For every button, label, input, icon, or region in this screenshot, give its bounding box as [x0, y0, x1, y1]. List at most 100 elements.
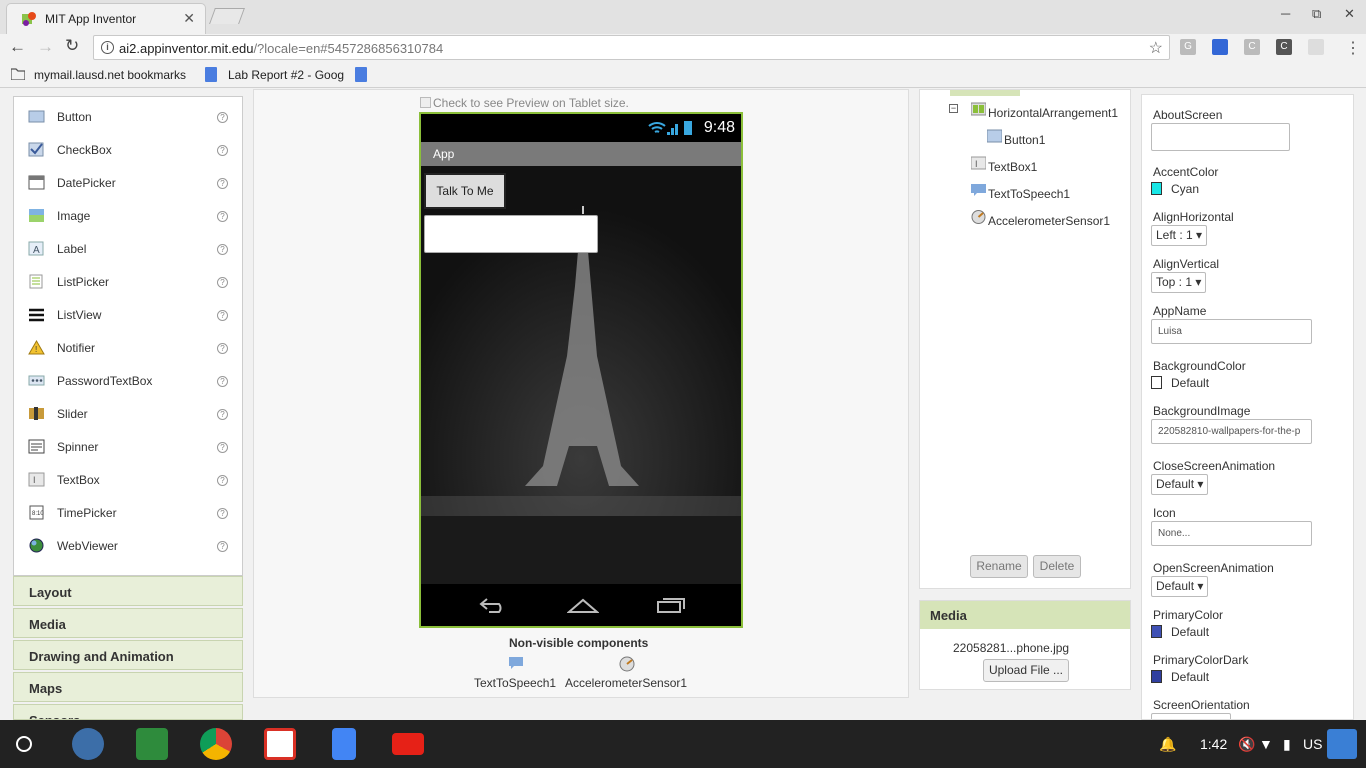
palette-item-button[interactable]: Button ?	[14, 101, 242, 134]
backgroundimage-input[interactable]: 220582810-wallpapers-for-the-p	[1151, 419, 1312, 444]
accent-color-value[interactable]: Cyan	[1151, 182, 1199, 196]
help-icon[interactable]: ?	[217, 442, 228, 453]
launcher-icon[interactable]	[16, 736, 32, 752]
gmail-icon[interactable]	[264, 728, 296, 760]
extension-window-icon[interactable]	[1212, 39, 1228, 55]
extension-c-icon[interactable]: C	[1244, 39, 1260, 55]
drawer-media[interactable]: Media	[13, 608, 243, 638]
forward-icon[interactable]: →	[37, 37, 54, 57]
help-icon[interactable]: ?	[217, 277, 228, 288]
bookmark-folder-label[interactable]: mymail.lausd.net bookmarks	[34, 68, 186, 82]
tablet-preview-checkbox[interactable]: Check to see Preview on Tablet size.	[420, 96, 629, 110]
primarycolor-value[interactable]: Default	[1151, 625, 1209, 639]
openscreenanimation-select[interactable]: Default ▾	[1151, 576, 1209, 597]
help-icon[interactable]: ?	[217, 508, 228, 519]
tab-close-icon[interactable]: ✕	[183, 10, 195, 27]
alignhorizontal-select[interactable]: Left : 1 ▾	[1151, 225, 1208, 246]
drawer-layout[interactable]: Layout	[13, 576, 243, 606]
palette-item-label[interactable]: A Label ?	[14, 233, 242, 266]
palette-item-listview[interactable]: ListView ?	[14, 299, 242, 332]
help-icon[interactable]: ?	[217, 541, 228, 552]
drawer-sensors[interactable]: Sensors	[13, 704, 243, 720]
bookmark-star-icon[interactable]: ☆	[1149, 38, 1163, 58]
extension-g-icon[interactable]: G	[1180, 39, 1196, 55]
help-icon[interactable]: ?	[217, 343, 228, 354]
recents-nav-icon[interactable]	[655, 596, 687, 614]
back-nav-icon[interactable]	[479, 596, 509, 614]
bookmark-lab-report[interactable]: Lab Report #2 - Goog	[228, 68, 344, 82]
wifi-icon[interactable]: ▼	[1259, 736, 1273, 752]
notification-bell-icon[interactable]: 🔔	[1159, 736, 1176, 753]
delete-button[interactable]: Delete	[1033, 555, 1081, 578]
home-nav-icon[interactable]	[567, 596, 599, 614]
rename-button[interactable]: Rename	[970, 555, 1028, 578]
chrome-menu-icon[interactable]: ⋮	[1345, 38, 1361, 58]
palette-item-listpicker[interactable]: ListPicker ?	[14, 266, 242, 299]
palette-item-spinner[interactable]: Spinner ?	[14, 431, 242, 464]
google-docs-icon[interactable]	[355, 67, 367, 82]
appname-input[interactable]: Luisa	[1151, 319, 1312, 344]
user-avatar[interactable]	[1327, 729, 1357, 759]
palette-item-image[interactable]: Image ?	[14, 200, 242, 233]
phone-textbox[interactable]	[424, 215, 598, 253]
extension-c-dark-icon[interactable]: C	[1276, 39, 1292, 55]
chrome-icon[interactable]	[200, 728, 232, 760]
help-icon[interactable]: ?	[217, 211, 228, 222]
primarycolordark-value[interactable]: Default	[1151, 670, 1209, 684]
minimize-icon[interactable]: ─	[1281, 6, 1290, 21]
button-icon	[987, 129, 1002, 143]
input-locale[interactable]: US	[1303, 736, 1322, 752]
palette-item-datepicker[interactable]: DatePicker ?	[14, 167, 242, 200]
back-icon[interactable]: ←	[9, 37, 26, 57]
icon-input[interactable]: None...	[1151, 521, 1312, 546]
app-security-icon[interactable]	[72, 728, 104, 760]
extension-hand-icon[interactable]	[1308, 39, 1324, 55]
battery-icon[interactable]: ▮	[1283, 736, 1291, 753]
site-info-icon[interactable]: i	[101, 41, 114, 54]
restore-icon[interactable]: ⧉	[1312, 6, 1321, 22]
drawer-drawing-and-animation[interactable]: Drawing and Animation	[13, 640, 243, 670]
help-icon[interactable]: ?	[217, 409, 228, 420]
checkbox-box[interactable]	[420, 97, 431, 108]
tree-node-textbox1[interactable]: TextBox1	[988, 160, 1037, 174]
palette-item-passwordtextbox[interactable]: PasswordTextBox ?	[14, 365, 242, 398]
tree-node-horizontalarrangement1[interactable]: HorizontalArrangement1	[988, 106, 1118, 120]
palette-item-timepicker[interactable]: 8:10 TimePicker ?	[14, 497, 242, 530]
reload-icon[interactable]: ↻	[65, 36, 79, 56]
help-icon[interactable]: ?	[217, 178, 228, 189]
clock-text[interactable]: 1:42	[1200, 736, 1227, 752]
closescreenanimation-select[interactable]: Default ▾	[1151, 474, 1209, 495]
help-icon[interactable]: ?	[217, 145, 228, 156]
talk-to-me-button[interactable]: Talk To Me	[424, 173, 506, 209]
new-tab-button[interactable]	[209, 8, 245, 24]
palette-item-slider[interactable]: Slider ?	[14, 398, 242, 431]
screenorientation-select[interactable]	[1151, 713, 1231, 719]
tree-node-accelerometersensor1[interactable]: AccelerometerSensor1	[988, 214, 1110, 228]
window-close-icon[interactable]: ✕	[1344, 6, 1355, 22]
palette-item-checkbox[interactable]: CheckBox ?	[14, 134, 242, 167]
palette-item-textbox[interactable]: I TextBox ?	[14, 464, 242, 497]
upload-file-button[interactable]: Upload File ...	[983, 659, 1069, 682]
help-icon[interactable]: ?	[217, 475, 228, 486]
palette-item-notifier[interactable]: ! Notifier ?	[14, 332, 242, 365]
google-classroom-icon[interactable]	[136, 728, 168, 760]
browser-tab[interactable]: MIT App Inventor ✕	[6, 3, 206, 34]
about-screen-textarea[interactable]	[1151, 123, 1290, 151]
backgroundcolor-value[interactable]: Default	[1151, 376, 1209, 390]
help-icon[interactable]: ?	[217, 244, 228, 255]
media-file[interactable]: 22058281...phone.jpg	[953, 641, 1069, 655]
alignvertical-select[interactable]: Top : 1 ▾	[1151, 272, 1207, 293]
palette-item-webviewer[interactable]: WebViewer ?	[14, 530, 242, 563]
drawer-maps[interactable]: Maps	[13, 672, 243, 702]
help-icon[interactable]: ?	[217, 310, 228, 321]
address-bar[interactable]: i ai2.appinventor.mit.edu/?locale=en#545…	[93, 35, 1170, 60]
tree-node-texttospeech1[interactable]: TextToSpeech1	[988, 187, 1070, 201]
help-icon[interactable]: ?	[217, 376, 228, 387]
youtube-icon[interactable]	[392, 733, 424, 755]
collapse-icon[interactable]: −	[949, 104, 958, 113]
google-docs-app-icon[interactable]	[332, 728, 356, 760]
mute-icon[interactable]: 🔇	[1238, 736, 1255, 753]
help-icon[interactable]: ?	[217, 112, 228, 123]
tree-node-button1[interactable]: Button1	[1004, 133, 1045, 147]
palette-item-label: Label	[57, 242, 87, 256]
